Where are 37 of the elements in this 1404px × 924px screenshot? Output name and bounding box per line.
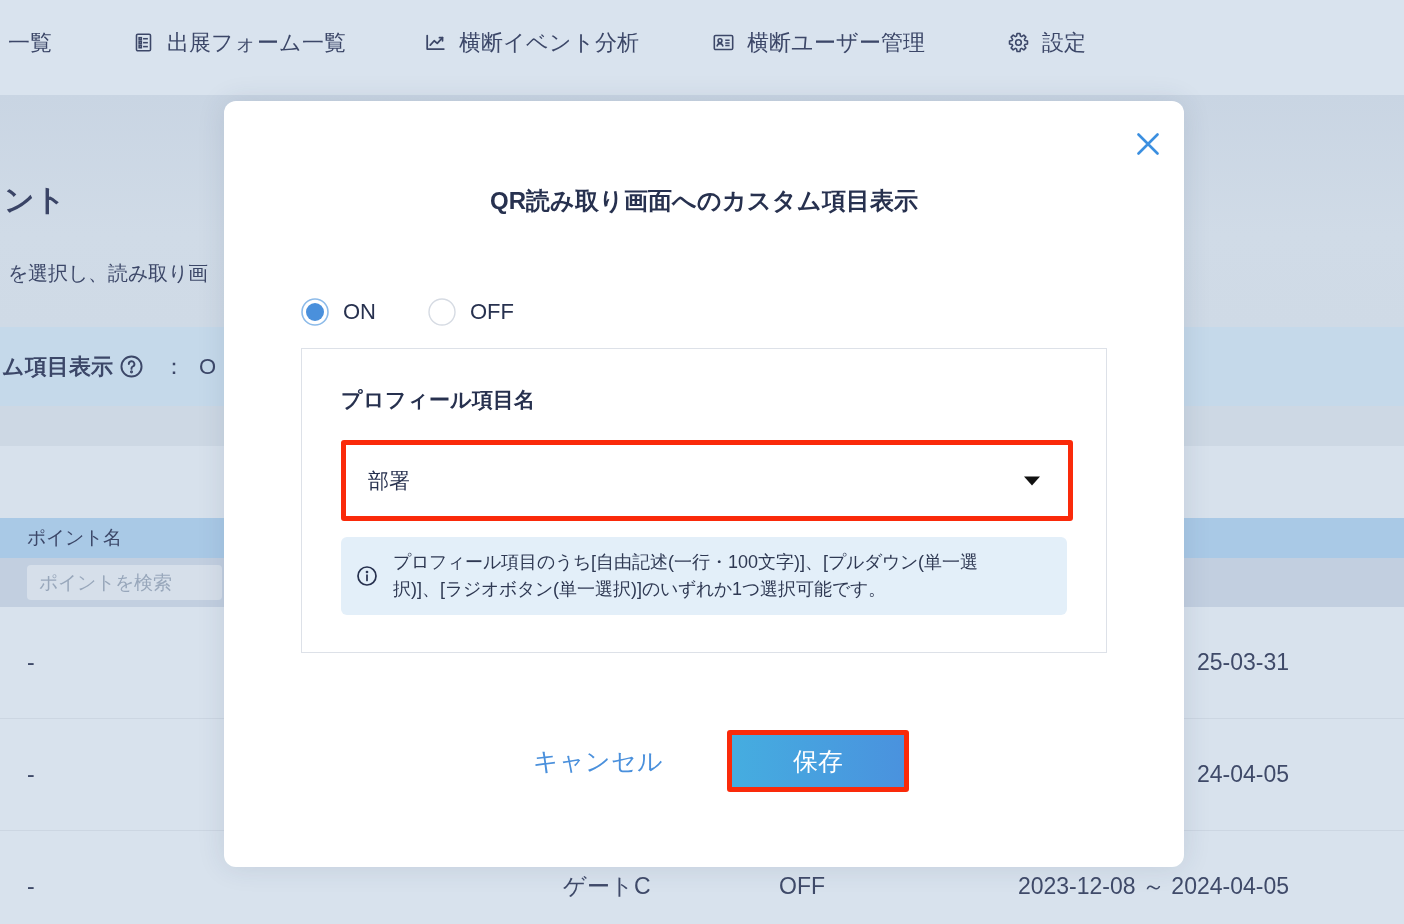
field-label: プロフィール項目名: [341, 387, 535, 413]
nav-link[interactable]: 一覧: [0, 28, 52, 57]
note-text: プロフィール項目のうち[自由記述(一行・100文字)]、[プルダウン(単一選択)]、[ラジオボタン(単一選択)]のいずれか1つ選択可能です。: [393, 551, 980, 601]
radio-icon[interactable]: [301, 298, 329, 326]
nav-link[interactable]: 横断イベント分析: [425, 28, 639, 57]
caret-icon: [1024, 475, 1040, 486]
table-cell: -: [27, 761, 35, 788]
dialog-title: QR読み取り画面へのカスタム項目表示: [490, 186, 918, 216]
nav-link[interactable]: 出展フォーム一覧: [133, 28, 346, 57]
id-card-icon: [713, 32, 734, 53]
radio-option[interactable]: ON: [301, 298, 376, 326]
setting-separator: ：: [163, 352, 185, 381]
page-heading: ント: [3, 182, 66, 218]
table-cell-text: ゲートC: [563, 872, 651, 901]
table-cell: -: [27, 649, 35, 676]
table-cell: OFF: [779, 873, 825, 900]
info-icon: [357, 566, 377, 586]
checklist-icon: [133, 32, 154, 53]
line-chart-icon: [425, 32, 446, 53]
table-cell: 25-03-31: [1196, 649, 1289, 676]
search-field[interactable]: ポイントを検索: [27, 565, 222, 600]
close-icon: [1137, 133, 1159, 155]
select-field[interactable]: 部署: [341, 440, 1073, 521]
table-cell: 24-04-05: [1196, 761, 1289, 788]
page-description: を選択し、読み取り画: [7, 261, 208, 286]
setting-value: O: [199, 352, 217, 381]
radio-option[interactable]: OFF: [428, 298, 514, 326]
radio-icon[interactable]: [428, 298, 456, 326]
nav-link[interactable]: 横断ユーザー管理: [713, 28, 925, 57]
close-button[interactable]: [1135, 131, 1161, 157]
help-icon[interactable]: [120, 355, 143, 378]
settings-icon: [1008, 32, 1029, 53]
column-header: ポイント名: [27, 526, 122, 550]
table-cell: -: [27, 873, 35, 900]
setting-label: ム項目表示: [2, 352, 113, 381]
table-cell-text: 2023-12-08 ～ 2024-04-05: [1017, 872, 1289, 901]
nav-link[interactable]: 設定: [1008, 28, 1086, 57]
